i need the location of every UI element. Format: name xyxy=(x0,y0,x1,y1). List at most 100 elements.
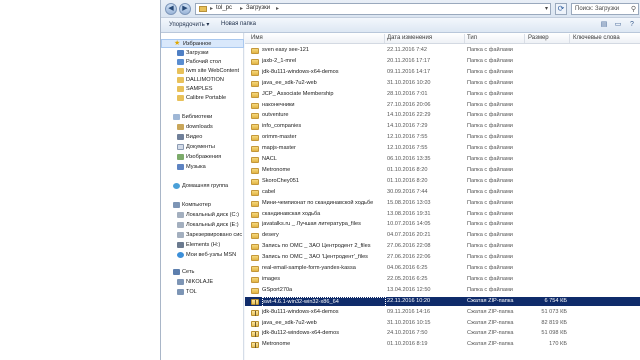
sidebar-item-libraries[interactable]: Библиотеки xyxy=(161,113,244,122)
address-bar[interactable]: ▸ tol_pc ▸ Загрузки ▸ ▾ xyxy=(195,3,551,15)
file-name: orimm-master xyxy=(262,134,297,141)
sidebar-item-msn[interactable]: Мои веб-узлы MSN xyxy=(161,251,244,260)
drive-icon xyxy=(177,232,184,238)
column-divider[interactable] xyxy=(464,34,465,43)
file-row[interactable]: outventure 14.10.2016 22:29 Папка с файлам… xyxy=(245,111,640,121)
sidebar-item-downloads[interactable]: Загрузки xyxy=(161,49,244,58)
file-date: 22.05.2016 6:25 xyxy=(387,275,428,282)
sidebar-item-favorites[interactable]: ★ Избранное xyxy=(161,39,244,48)
sidebar-item-network[interactable]: Сеть xyxy=(161,268,244,277)
pc-icon xyxy=(177,279,184,285)
sidebar-item-drive-c[interactable]: Локальный диск (C:) xyxy=(161,211,244,220)
breadcrumb-downloads[interactable]: Загрузки xyxy=(246,5,270,11)
sidebar-item-label: Elements (H:) xyxy=(186,242,221,248)
file-name: NACL xyxy=(262,156,277,162)
sidebar-item-pictures[interactable]: Изображения xyxy=(161,153,244,162)
help-icon[interactable]: ? xyxy=(627,20,637,30)
sidebar-item-music[interactable]: Музыка xyxy=(161,163,244,172)
sidebar-item-downloads-lib[interactable]: downloads xyxy=(161,123,244,132)
sidebar-item-reserved[interactable]: Зарезервировано сис xyxy=(161,231,244,240)
file-row[interactable]: orimm-master 12.10.2016 7:55 Папка с файла… xyxy=(245,133,640,143)
file-row[interactable]: SkoroChey051 01.10.2016 8:20 Папка с файла… xyxy=(245,177,640,187)
file-date: 27.06.2016 22:08 xyxy=(387,243,431,250)
file-row[interactable]: jdk-8u111-windows-x64-demos 09.11.2016 14… xyxy=(245,68,640,78)
sidebar-item-label: Домашняя группа xyxy=(182,183,229,189)
file-row[interactable]: sven easy see-121 22.11.2016 7:42 Папка с … xyxy=(245,46,640,56)
sidebar-item-dallimotion[interactable]: DALLIMOTION xyxy=(161,76,244,85)
file-row[interactable]: Запись по ОМС _ ЗАО 'Центродент'_files 27… xyxy=(245,253,640,263)
view-options-icon[interactable]: ▤ xyxy=(599,20,609,30)
breadcrumb-tol-pc[interactable]: tol_pc xyxy=(216,5,232,11)
file-row[interactable]: Мини-чемпионат по скандинавской ходьбе 15… xyxy=(245,199,640,209)
column-divider[interactable] xyxy=(524,34,525,43)
file-name: jdk-8u111-windows-x64-demos xyxy=(262,68,339,75)
sidebar-item-samples[interactable]: SAMPLES xyxy=(161,85,244,94)
file-row[interactable]: Metronome 01.10.2016 8:19 Сжатая ZIP-папка… xyxy=(245,340,640,350)
file-row[interactable]: images 22.05.2016 6:25 Папка с файлами xyxy=(245,275,640,285)
column-size[interactable]: Размер xyxy=(528,35,549,41)
file-name: Мини-чемпионат по скандинавской ходьбе xyxy=(262,199,374,206)
search-placeholder: Поиск: Загрузки xyxy=(575,6,620,12)
file-row[interactable]: mapjs-master 12.10.2016 7:55 Папка с файла… xyxy=(245,144,640,154)
sidebar-item-label: Iwm site WebContent xyxy=(186,68,240,74)
file-row[interactable]: GSport270a 13.04.2016 12:50 Папка с файлам… xyxy=(245,286,640,296)
file-row[interactable]: JCP_ Associate Membership 28.10.2016 7:01… xyxy=(245,90,640,100)
file-size: 6 754 КБ xyxy=(544,297,567,304)
file-row[interactable]: jdk-8u112-windows-x64-demos 24.10.2016 7:… xyxy=(245,329,640,339)
sidebar-item-computer[interactable]: Компьютер xyxy=(161,201,244,210)
file-name: java_ee_sdk-7u2-web xyxy=(262,319,317,326)
file-row[interactable]: real-email-sample-form-yandex-kassa 04.06… xyxy=(245,264,640,274)
file-row[interactable]: cabel 30.09.2016 7:44 Папка с файлами xyxy=(245,188,640,198)
back-icon[interactable]: ◀ xyxy=(165,3,177,15)
sidebar-item-video[interactable]: Видео xyxy=(161,133,244,142)
sidebar-item-nikolaje[interactable]: NIKOLAJE xyxy=(161,278,244,287)
forward-icon[interactable]: ▶ xyxy=(179,3,191,15)
file-row[interactable]: java_ee_sdk-7u2-web 31.10.2016 10:15 Сжата… xyxy=(245,319,640,329)
column-date[interactable]: Дата изменения xyxy=(387,35,432,41)
sidebar-item-desktop[interactable]: Рабочий стол xyxy=(161,58,244,67)
new-folder-button[interactable]: Новая папка xyxy=(221,21,256,27)
column-keywords[interactable]: Ключевые слова xyxy=(573,35,620,41)
file-row[interactable]: desery 04.07.2016 20:21 Папка с файлами xyxy=(245,231,640,241)
sidebar-item-documents[interactable]: Документы xyxy=(161,143,244,152)
column-divider[interactable] xyxy=(569,34,570,43)
sidebar-item-calibre[interactable]: Calibre Portable xyxy=(161,94,244,103)
file-row[interactable]: NACL 06.10.2016 13:35 Папка с файлами xyxy=(245,155,640,165)
sidebar-item-label: Избранное xyxy=(183,41,212,47)
file-row[interactable]: jdk-8u111-windows-x64-demos 09.11.2016 14… xyxy=(245,308,640,318)
file-row[interactable]: скандинавская ходьба 13.08.2016 19:31 Папк… xyxy=(245,210,640,220)
file-type: Папка с файлами xyxy=(467,156,513,162)
file-type: Папка с файлами xyxy=(467,286,513,293)
zip-folder-icon xyxy=(251,331,259,338)
file-type: Папка с файлами xyxy=(467,112,513,119)
file-row[interactable]: наконечники 27.10.2016 20:06 Папка с файла… xyxy=(245,101,640,111)
file-row[interactable]: Metronome 01.10.2016 8:20 Папка с файлами xyxy=(245,166,640,176)
file-row[interactable]: jaxb-2_1-mrel 20.11.2016 17:17 Папка с фай… xyxy=(245,57,640,67)
file-row[interactable]: javatalks.ru _ Лучшая литература_files 10… xyxy=(245,220,640,230)
column-divider[interactable] xyxy=(384,34,385,43)
file-row[interactable]: info_companies 14.10.2016 7:29 Папка с фай… xyxy=(245,122,640,132)
sidebar-item-drive-e[interactable]: Локальный диск (E:) xyxy=(161,221,244,230)
file-row[interactable]: Запись по ОМС _ ЗАО Центродент 2_files 27… xyxy=(245,242,640,252)
file-name: SkoroChey051 xyxy=(262,177,300,184)
preview-pane-icon[interactable]: ▭ xyxy=(613,20,623,30)
sidebar-item-webcontent[interactable]: Iwm site WebContent xyxy=(161,67,244,76)
file-row[interactable]: swt-4.6.1-win32-win32-x86_64 22.11.2016 1… xyxy=(245,296,640,309)
file-row[interactable]: java_ee_sdk-7u2-web 31.10.2016 10:20 Папка… xyxy=(245,79,640,89)
file-date: 10.07.2016 14:05 xyxy=(387,221,431,228)
folder-icon xyxy=(199,6,207,12)
file-date: 06.10.2016 13:35 xyxy=(387,156,431,162)
file-date: 09.11.2016 14:17 xyxy=(387,68,431,75)
refresh-icon[interactable]: ⟳ xyxy=(555,3,567,15)
organize-button[interactable]: Упорядочить ▾ xyxy=(169,21,209,28)
column-type[interactable]: Тип xyxy=(467,35,477,41)
search-input[interactable]: Поиск: Загрузки ⚲ xyxy=(571,3,639,15)
column-name[interactable]: Имя xyxy=(251,35,263,41)
sidebar-item-homegroup[interactable]: Домашняя группа xyxy=(161,182,244,191)
address-dropdown-icon[interactable]: ▾ xyxy=(545,5,548,12)
sidebar-item-label: downloads xyxy=(186,124,213,130)
sidebar-item-tol[interactable]: TOL xyxy=(161,288,244,297)
library-icon xyxy=(173,114,180,120)
folder-icon xyxy=(177,95,184,101)
sidebar-item-elements-h[interactable]: Elements (H:) xyxy=(161,241,244,250)
